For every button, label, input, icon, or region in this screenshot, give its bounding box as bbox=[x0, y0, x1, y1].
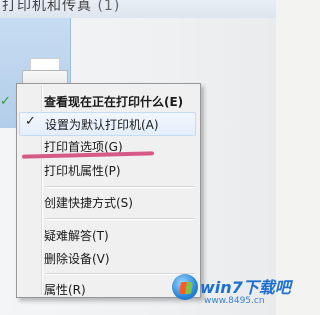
menu-item-label: 创建快捷方式(S) bbox=[44, 196, 133, 210]
window-header: 打印机和传真 (1) bbox=[0, 0, 276, 18]
menu-item-troubleshoot[interactable]: 疑难解答(T) bbox=[19, 224, 196, 246]
menu-item-label: 设置为默认打印机(A) bbox=[45, 118, 159, 132]
menu-item-remove-device[interactable]: 删除设备(V) bbox=[19, 247, 196, 269]
watermark-title: win7下载吧 bbox=[200, 278, 291, 297]
menu-item-label: 属性(R) bbox=[44, 283, 86, 297]
menu-item-create-shortcut[interactable]: 创建快捷方式(S) bbox=[19, 191, 196, 213]
checkmark-icon: ✓ bbox=[25, 114, 36, 129]
context-menu: 查看现在正在打印什么(E) ✓ 设置为默认打印机(A) 打印首选项(G) 打印机… bbox=[16, 83, 201, 298]
win7-logo-icon bbox=[172, 274, 198, 300]
menu-item-printer-properties[interactable]: 打印机属性(P) bbox=[19, 159, 196, 181]
watermark: win7下载吧 www.8495.cn bbox=[170, 272, 291, 312]
header-title: 打印机和传真 (1) bbox=[2, 0, 121, 14]
menu-item-label: 打印机属性(P) bbox=[44, 164, 121, 178]
menu-separator bbox=[45, 218, 195, 220]
menu-separator bbox=[45, 186, 195, 188]
windows-flag-icon bbox=[179, 282, 193, 294]
default-printer-check-icon: ✓ bbox=[0, 94, 11, 109]
menu-item-set-default[interactable]: ✓ 设置为默认打印机(A) bbox=[19, 112, 196, 136]
watermark-url: www.8495.cn bbox=[204, 296, 265, 306]
menu-item-see-printing[interactable]: 查看现在正在打印什么(E) bbox=[19, 90, 196, 112]
menu-item-label: 疑难解答(T) bbox=[44, 229, 109, 243]
menu-item-label: 查看现在正在打印什么(E) bbox=[44, 95, 184, 109]
menu-item-label: 删除设备(V) bbox=[44, 252, 110, 266]
